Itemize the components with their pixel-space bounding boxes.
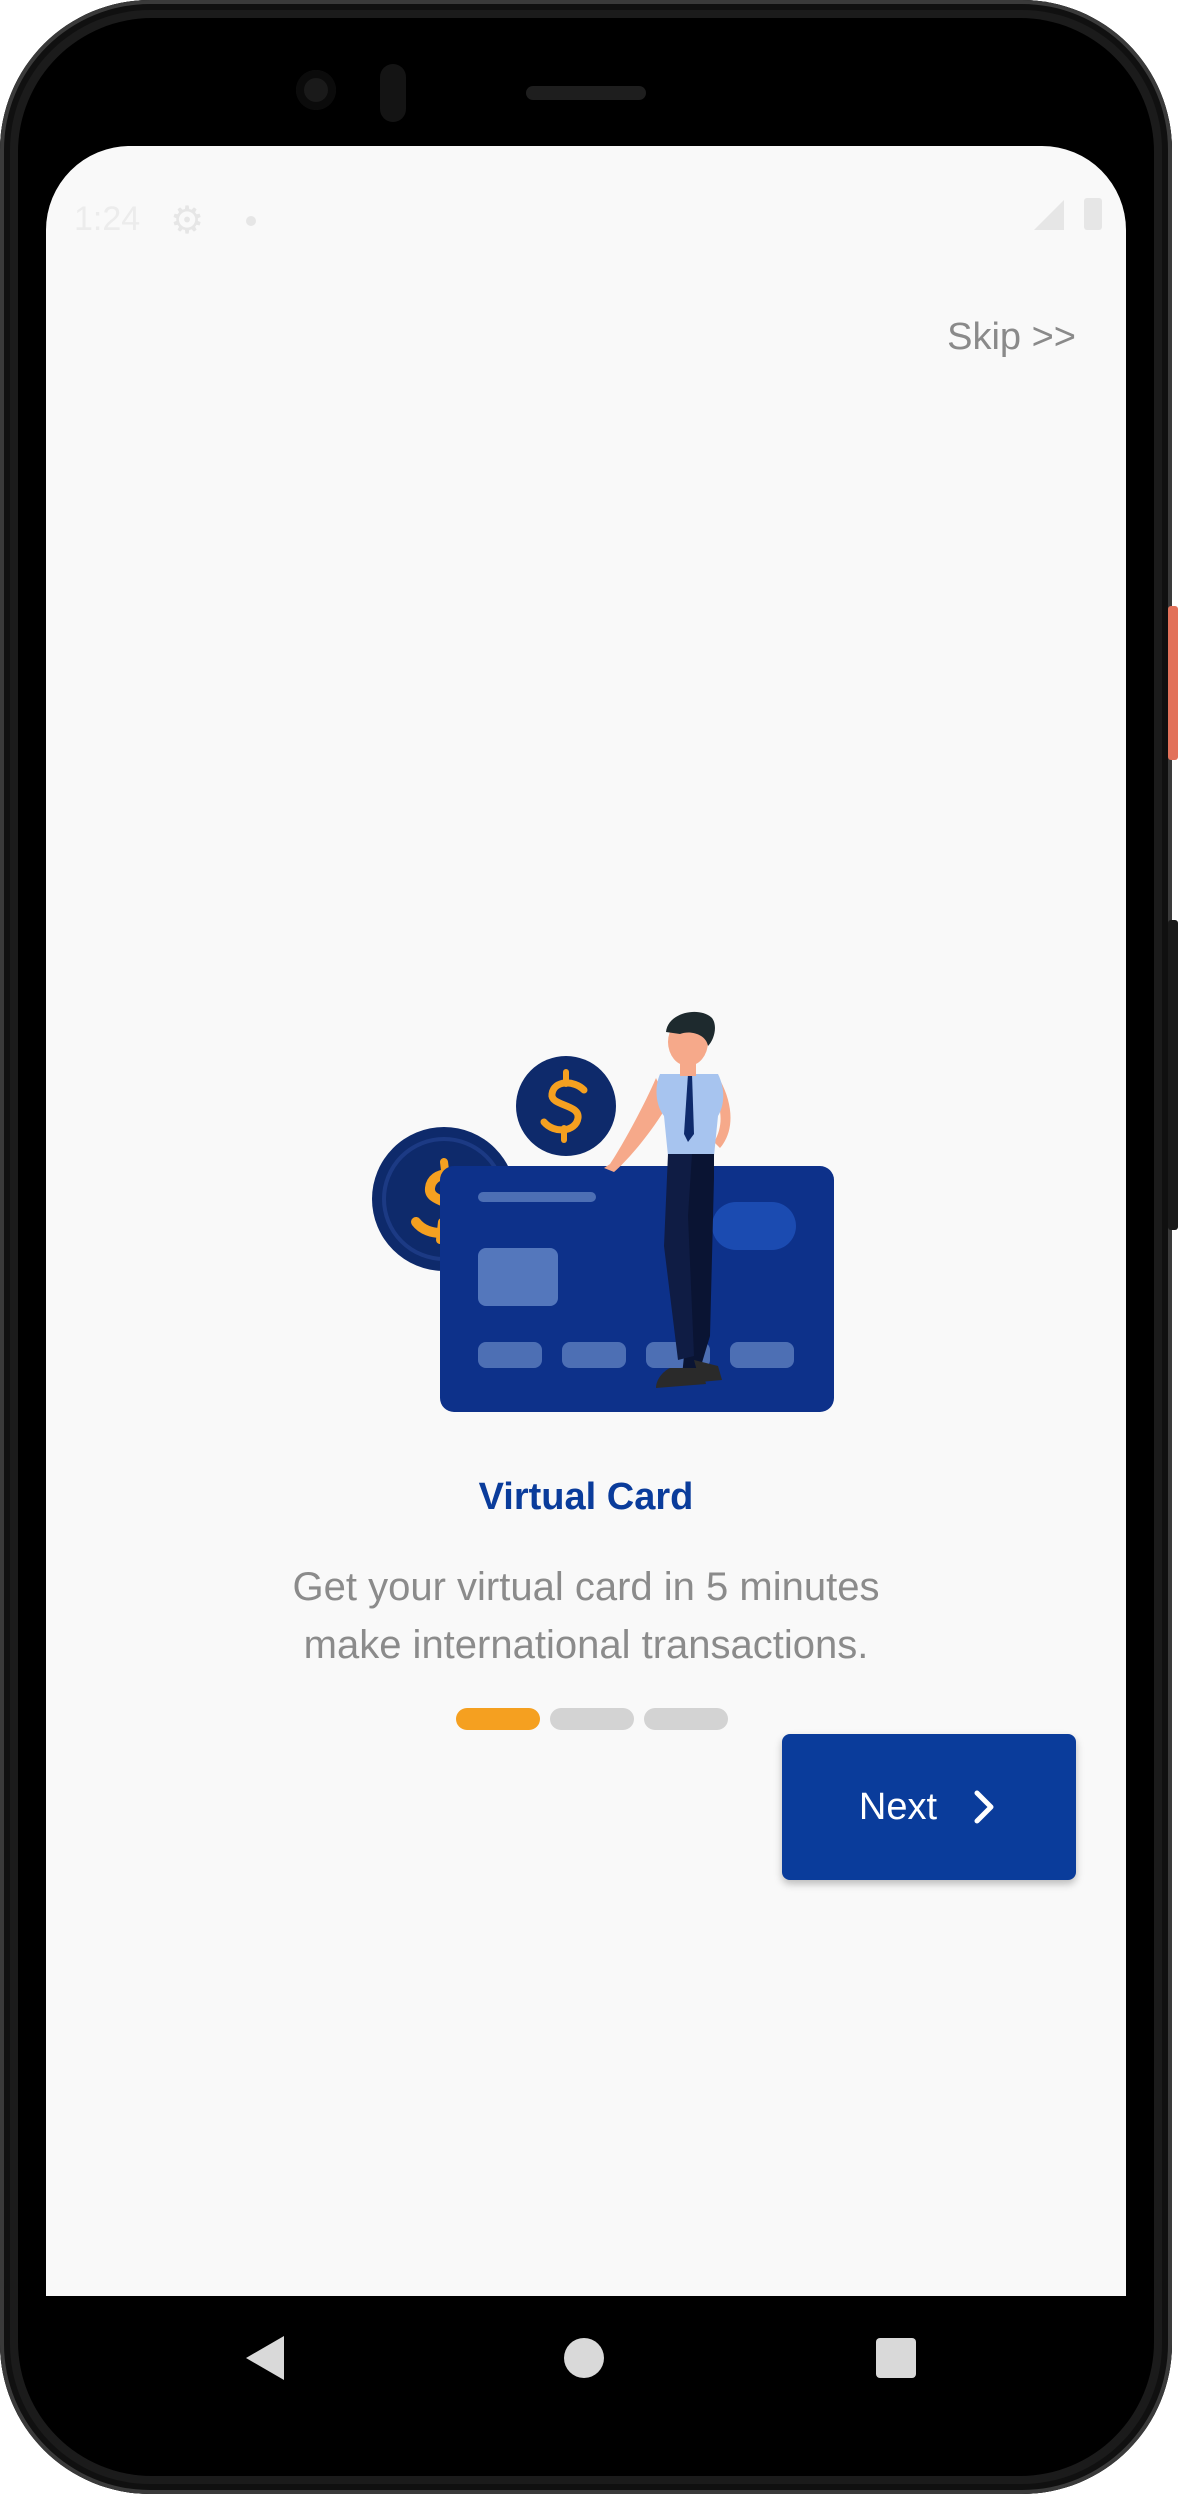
app-screen: 1:24 ⚙ Skip >> Virtual Card Get your vir… (46, 146, 1126, 2296)
notification-dot-icon (246, 216, 256, 226)
next-button[interactable]: Next (782, 1734, 1076, 1880)
page-indicator-dot-3[interactable] (644, 1708, 728, 1730)
battery-icon (1084, 198, 1102, 230)
status-bar: 1:24 ⚙ (46, 196, 1126, 256)
credit-card-graphic (440, 1166, 834, 1412)
recents-square-icon[interactable] (876, 2338, 916, 2378)
skip-button[interactable]: Skip >> (947, 316, 1076, 359)
status-time: 1:24 (74, 200, 141, 238)
next-button-label: Next (858, 1785, 938, 1828)
power-button[interactable] (1168, 606, 1178, 760)
page-indicator-dot-2[interactable] (550, 1708, 634, 1730)
slide-description: Get your virtual card in 5 minutes make … (46, 1558, 1126, 1674)
front-camera (296, 70, 336, 110)
back-triangle-icon[interactable] (246, 2336, 284, 2380)
slide-title: Virtual Card (478, 1476, 694, 1518)
earpiece-speaker (526, 86, 646, 100)
small-coin-icon (516, 1056, 616, 1156)
system-navigation-bar (46, 2296, 1126, 2424)
chevron-right-icon (974, 1790, 994, 1824)
proximity-sensor (380, 64, 406, 122)
gear-icon: ⚙ (170, 198, 205, 242)
slide-description-line-2: make international transactions. (303, 1623, 869, 1667)
page-indicator (456, 1708, 728, 1730)
volume-button[interactable] (1168, 920, 1178, 1230)
virtual-card-illustration (372, 1011, 834, 1412)
slide-description-line-1: Get your virtual card in 5 minutes (292, 1565, 880, 1609)
signal-icon (1034, 200, 1064, 230)
page-indicator-dot-1-active[interactable] (456, 1708, 540, 1730)
home-circle-icon[interactable] (564, 2338, 604, 2378)
